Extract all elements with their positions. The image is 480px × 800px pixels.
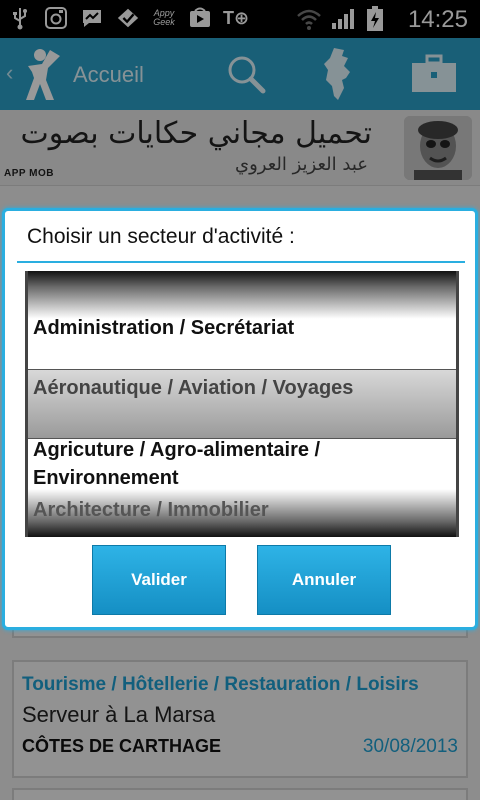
picker-option[interactable]: Architecture / Immobilier — [33, 499, 269, 522]
cancel-button[interactable]: Annuler — [257, 545, 391, 615]
dialog-divider — [17, 261, 465, 263]
sector-picker-dialog: Choisir un secteur d'activité : Administ… — [2, 208, 478, 630]
picker-edge-right — [456, 271, 459, 537]
picker-option-line2[interactable]: Environnement — [33, 467, 179, 490]
confirm-button[interactable]: Valider — [92, 545, 226, 615]
dialog-title: Choisir un secteur d'activité : — [27, 225, 295, 248]
picker-option[interactable]: Administration / Secrétariat — [33, 317, 294, 340]
picker-edge-left — [25, 271, 28, 537]
picker-option[interactable]: Agricuture / Agro-alimentaire / — [33, 439, 320, 462]
sector-picker-wheel[interactable]: Administration / Secrétariat Aéronautiqu… — [25, 271, 459, 537]
picker-option-selected[interactable]: Aéronautique / Aviation / Voyages — [33, 377, 353, 400]
